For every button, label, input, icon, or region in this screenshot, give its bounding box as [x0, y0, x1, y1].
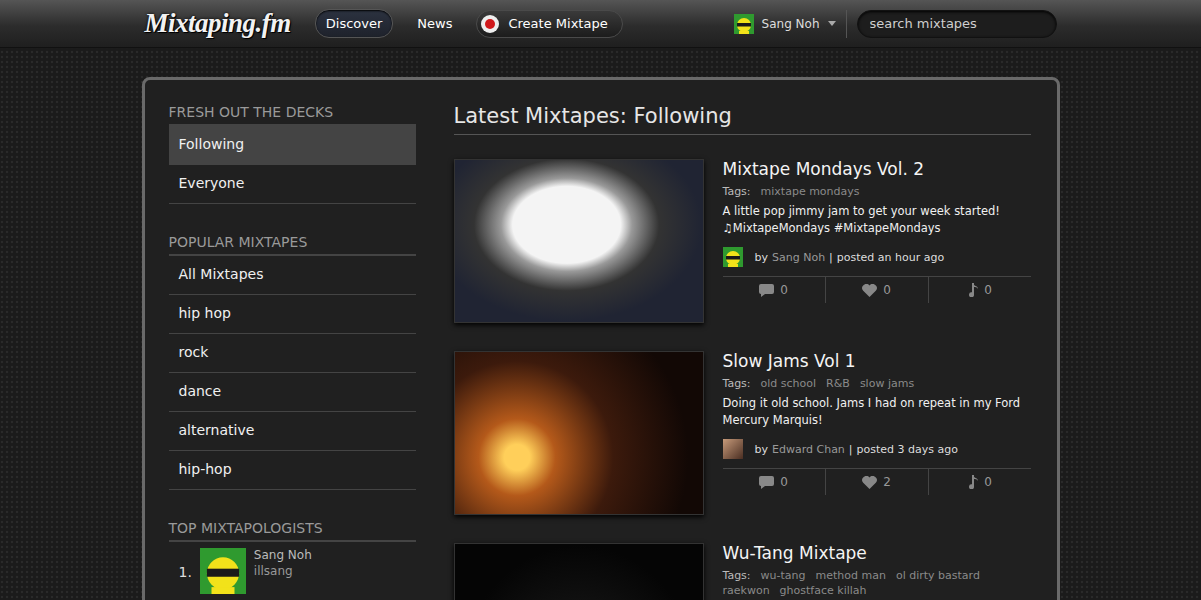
mixtape-card: Mixtape Mondays Vol. 2 Tags: mixtape mon…: [454, 159, 1031, 323]
heart-icon: [862, 476, 877, 489]
likes-stat[interactable]: 0: [825, 277, 928, 303]
tag[interactable]: mixtape mondays: [761, 185, 860, 198]
mixtape-description: Doing it old school. Jams I had on repea…: [723, 395, 1031, 429]
user-avatar-icon: [200, 548, 246, 594]
sidebar-item[interactable]: hip-hop: [169, 451, 416, 490]
posted-time: posted an hour ago: [837, 251, 944, 264]
by-label: by: [755, 251, 769, 264]
feed-title: Latest Mixtapes: Following: [454, 104, 1031, 135]
nav-item[interactable]: News: [407, 10, 462, 37]
tag-list: Tags: old school R&B slow jams: [723, 377, 1031, 390]
comments-stat[interactable]: 0: [723, 277, 825, 303]
mixtape-title[interactable]: Wu-Tang Mixtape: [723, 543, 1031, 563]
nav-label: News: [417, 16, 452, 31]
mixtape-title[interactable]: Mixtape Mondays Vol. 2: [723, 159, 1031, 179]
top-user-handle: illsang: [254, 564, 312, 578]
divider: [846, 10, 847, 38]
comment-icon: [759, 284, 774, 297]
user-avatar-icon: [734, 14, 754, 34]
nav-item[interactable]: Discover: [315, 9, 394, 38]
nav-label: Discover: [326, 16, 383, 31]
mixtape-cover[interactable]: [454, 159, 704, 323]
caret-down-icon: [828, 21, 836, 26]
heart-icon: [862, 284, 877, 297]
comments-stat[interactable]: 0: [723, 469, 825, 495]
by-label: by: [755, 443, 769, 456]
user-name: Sang Noh: [762, 17, 820, 31]
tag[interactable]: wu-tang: [761, 569, 806, 582]
comment-icon: [759, 476, 774, 489]
sidebar-section: POPULAR MIXTAPES All Mixtapeship hoprock…: [169, 234, 416, 490]
user-menu[interactable]: Sang Noh: [734, 14, 836, 34]
tag[interactable]: ol dirty bastard: [896, 569, 980, 582]
content-panel: FRESH OUT THE DECKS FollowingEveryone POP…: [142, 77, 1060, 600]
tags-label: Tags:: [723, 569, 751, 582]
section-title: TOP MIXTAPOLOGISTS: [169, 520, 416, 542]
tags-label: Tags:: [723, 377, 751, 390]
byline: by Sang Noh | posted an hour ago: [723, 247, 1031, 267]
logo[interactable]: Mixtaping.fm: [145, 8, 291, 39]
author-link[interactable]: Sang Noh: [772, 251, 825, 264]
section-title: FRESH OUT THE DECKS: [169, 104, 416, 126]
user-avatar-icon: [723, 439, 743, 459]
tags-label: Tags:: [723, 185, 751, 198]
page: Mixtaping.fm Discover News Create Mixtap…: [0, 0, 1201, 600]
separator: |: [829, 251, 833, 264]
music-note-icon: [967, 283, 978, 297]
record-icon: [480, 14, 500, 34]
sidebar-item[interactable]: All Mixtapes: [169, 256, 416, 295]
search-input[interactable]: [857, 10, 1057, 38]
top-bar: Mixtaping.fm Discover News Create Mixtap…: [0, 0, 1201, 48]
sidebar-item[interactable]: dance: [169, 373, 416, 412]
stats-row: 0 0 0: [723, 276, 1031, 303]
plays-stat[interactable]: 0: [928, 277, 1031, 303]
mixtape-cover[interactable]: [454, 351, 704, 515]
top-users-section: TOP MIXTAPOLOGISTS 1. Sang Noh illsang: [169, 520, 416, 600]
tag[interactable]: ghostface killah: [780, 584, 867, 597]
nav-item[interactable]: Create Mixtape: [476, 10, 622, 38]
mixtape-card: Wu-Tang Mixtape Tags: wu-tang method man o…: [454, 543, 1031, 600]
sidebar-item[interactable]: Everyone: [169, 165, 416, 204]
tag-list: Tags: mixtape mondays: [723, 185, 1031, 198]
top-user-name: Sang Noh: [254, 548, 312, 562]
separator: |: [849, 443, 853, 456]
sidebar-item[interactable]: rock: [169, 334, 416, 373]
plays-stat[interactable]: 0: [928, 469, 1031, 495]
tag[interactable]: method man: [816, 569, 886, 582]
mixtape-cover[interactable]: [454, 543, 704, 600]
section-title: POPULAR MIXTAPES: [169, 234, 416, 256]
sidebar-item[interactable]: hip hop: [169, 295, 416, 334]
tag[interactable]: slow jams: [860, 377, 914, 390]
stats-row: 0 2 0: [723, 468, 1031, 495]
posted-time: posted 3 days ago: [857, 443, 958, 456]
tag-list: Tags: wu-tang method man ol dirty bastard r…: [723, 569, 1031, 597]
user-avatar-icon: [723, 247, 743, 267]
mixtape-feed: Latest Mixtapes: Following Mixtape Monda…: [454, 104, 1031, 600]
mixtape-card: Slow Jams Vol 1 Tags: old school R&B slow …: [454, 351, 1031, 515]
sidebar-item[interactable]: alternative: [169, 412, 416, 451]
sidebar: FRESH OUT THE DECKS FollowingEveryone POP…: [169, 104, 416, 600]
top-user[interactable]: 1. Sang Noh illsang: [169, 542, 416, 600]
nav-label: Create Mixtape: [508, 16, 607, 31]
likes-stat[interactable]: 2: [825, 469, 928, 495]
sidebar-item[interactable]: Following: [169, 126, 416, 165]
tag[interactable]: R&B: [826, 377, 850, 390]
byline: by Edward Chan | posted 3 days ago: [723, 439, 1031, 459]
mixtape-description: A little pop jimmy jam to get your week …: [723, 203, 1031, 237]
mixtape-title[interactable]: Slow Jams Vol 1: [723, 351, 1031, 371]
music-note-icon: [967, 475, 978, 489]
sidebar-section: FRESH OUT THE DECKS FollowingEveryone: [169, 104, 416, 204]
tag[interactable]: old school: [761, 377, 817, 390]
tag[interactable]: raekwon: [723, 584, 770, 597]
author-link[interactable]: Edward Chan: [772, 443, 845, 456]
rank: 1.: [179, 548, 192, 580]
main-nav: Discover News Create Mixtape: [315, 9, 623, 38]
